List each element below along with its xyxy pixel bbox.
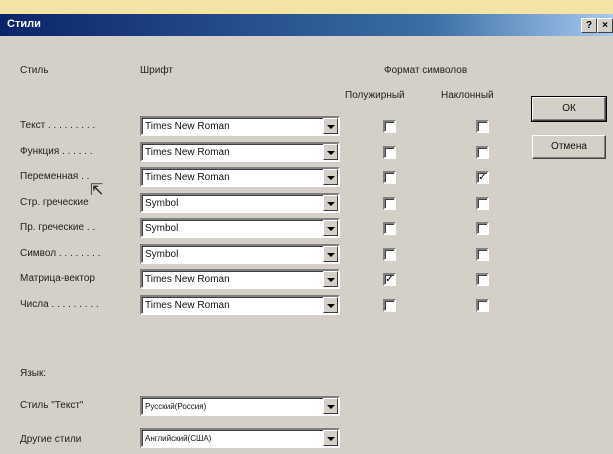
chevron-down-icon[interactable]: [323, 220, 338, 236]
italic-checkbox[interactable]: ✓: [476, 171, 489, 184]
text-style-language-label: Стиль "Текст": [20, 400, 84, 411]
style-row-label: Пр. греческие . .: [20, 222, 96, 233]
text-style-language-select[interactable]: Русский(Россия): [140, 396, 340, 416]
italic-checkbox[interactable]: [476, 222, 489, 235]
font-select-value: Symbol: [145, 198, 179, 209]
chevron-down-icon[interactable]: [323, 144, 338, 160]
format-header: Формат символов: [384, 65, 468, 76]
chevron-down-icon[interactable]: [323, 169, 338, 185]
close-button[interactable]: ×: [597, 18, 613, 33]
font-select-value: Symbol: [145, 249, 179, 260]
other-styles-language-value: Английский(США): [145, 434, 212, 443]
bold-checkbox[interactable]: [383, 248, 396, 261]
font-select-value: Times New Roman: [145, 300, 230, 311]
chevron-down-icon[interactable]: [323, 271, 338, 287]
chevron-down-icon[interactable]: [323, 297, 338, 313]
italic-checkbox[interactable]: [476, 197, 489, 210]
font-select[interactable]: Times New Roman: [140, 116, 340, 136]
bold-column-header: Полужирный: [345, 90, 405, 101]
chevron-down-icon[interactable]: [323, 118, 338, 134]
style-row-label: Функция . . . . . .: [20, 146, 93, 157]
bold-checkbox[interactable]: [383, 171, 396, 184]
chevron-down-icon[interactable]: [323, 246, 338, 262]
chevron-down-icon[interactable]: [323, 195, 338, 211]
font-select-value: Symbol: [145, 223, 179, 234]
window-title: Стили: [7, 18, 41, 30]
bold-checkbox[interactable]: [383, 299, 396, 312]
font-select[interactable]: Times New Roman: [140, 142, 340, 162]
help-button[interactable]: ?: [581, 18, 597, 33]
italic-checkbox[interactable]: [476, 273, 489, 286]
font-select[interactable]: Symbol: [140, 193, 340, 213]
style-row-label: Матрица-вектор: [20, 273, 95, 284]
italic-checkbox[interactable]: [476, 146, 489, 159]
style-row-label: Переменная . .: [20, 171, 90, 182]
language-label: Язык:: [20, 368, 47, 379]
bold-checkbox[interactable]: [383, 222, 396, 235]
top-strip: [0, 0, 613, 15]
style-column-header: Стиль: [20, 65, 49, 76]
ok-button[interactable]: ОК: [531, 96, 607, 122]
styles-dialog: Стиль Шрифт Формат символов Полужирный Н…: [0, 36, 613, 454]
font-select[interactable]: Symbol: [140, 218, 340, 238]
chevron-down-icon[interactable]: [323, 430, 338, 446]
style-row-label: Символ . . . . . . . .: [20, 248, 101, 259]
other-styles-language-select[interactable]: Английский(США): [140, 428, 340, 448]
italic-checkbox[interactable]: [476, 248, 489, 261]
font-select[interactable]: Times New Roman: [140, 167, 340, 187]
title-bar: Стили ? ×: [0, 14, 613, 36]
bold-checkbox[interactable]: ✓: [383, 273, 396, 286]
font-select[interactable]: Symbol: [140, 244, 340, 264]
font-select[interactable]: Times New Roman: [140, 295, 340, 315]
mouse-cursor-icon: ⇱: [90, 182, 104, 199]
cancel-button[interactable]: Отмена: [532, 135, 606, 159]
bold-checkbox[interactable]: [383, 120, 396, 133]
other-styles-language-label: Другие стили: [20, 434, 82, 445]
font-select-value: Times New Roman: [145, 121, 230, 132]
style-row-label: Числа . . . . . . . . .: [20, 299, 99, 310]
italic-column-header: Наклонный: [441, 90, 494, 101]
bold-checkbox[interactable]: [383, 197, 396, 210]
bold-checkbox[interactable]: [383, 146, 396, 159]
text-style-language-value: Русский(Россия): [145, 402, 207, 411]
font-column-header: Шрифт: [140, 65, 173, 76]
font-select-value: Times New Roman: [145, 172, 230, 183]
style-row-label: Стр. греческие: [20, 197, 89, 208]
font-select-value: Times New Roman: [145, 274, 230, 285]
italic-checkbox[interactable]: [476, 299, 489, 312]
italic-checkbox[interactable]: [476, 120, 489, 133]
font-select[interactable]: Times New Roman: [140, 269, 340, 289]
style-row-label: Текст . . . . . . . . .: [20, 120, 96, 131]
font-select-value: Times New Roman: [145, 147, 230, 158]
chevron-down-icon[interactable]: [323, 398, 338, 414]
